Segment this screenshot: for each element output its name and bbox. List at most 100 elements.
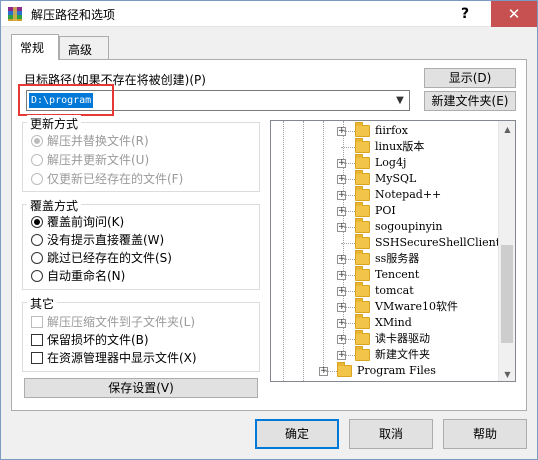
scroll-down-icon[interactable]: ▼ bbox=[499, 366, 515, 381]
tree-item-label: POI bbox=[375, 204, 396, 217]
radio-icon[interactable] bbox=[31, 154, 43, 166]
ok-button[interactable]: 确定 bbox=[255, 419, 339, 449]
tree-connector bbox=[341, 179, 355, 180]
tree-item[interactable]: SSHSecureShellClient- bbox=[337, 234, 498, 251]
radio-icon[interactable] bbox=[31, 234, 43, 246]
save-settings-button[interactable]: 保存设置(V) bbox=[24, 378, 258, 398]
tree-item[interactable]: linux版本 bbox=[337, 138, 498, 155]
tree-item[interactable]: + Log4j bbox=[337, 154, 498, 171]
tree-item-label: Log4j bbox=[375, 156, 407, 169]
tree-item-label: SSHSecureShellClient- bbox=[375, 236, 498, 249]
tree-guide-line bbox=[303, 121, 304, 381]
tree-item-program-files[interactable]: + Program Files bbox=[319, 362, 498, 379]
scroll-up-icon[interactable]: ▲ bbox=[499, 121, 515, 138]
radio-icon[interactable] bbox=[31, 252, 43, 264]
tree-item-label: 读卡器驱动 bbox=[375, 332, 430, 345]
radio-icon[interactable] bbox=[31, 173, 43, 185]
tree-item-label: tomcat bbox=[375, 284, 414, 297]
folder-icon bbox=[355, 154, 370, 169]
tree-item[interactable]: + XMind bbox=[337, 314, 498, 331]
radio-icon[interactable] bbox=[31, 135, 43, 147]
highlight-box bbox=[18, 84, 114, 116]
folder-icon bbox=[355, 218, 370, 233]
tree-connector bbox=[341, 147, 355, 148]
tree-connector bbox=[341, 291, 355, 292]
tree-item[interactable]: + POI bbox=[337, 202, 498, 219]
extract-dialog: 解压路径和选项 ? ✕ 常规 高级 目标路径(如果不存在将被创建)(P) D:\… bbox=[0, 0, 538, 460]
folder-icon bbox=[355, 122, 370, 137]
help-button[interactable]: 帮助 bbox=[443, 419, 527, 449]
tree-connector bbox=[341, 323, 355, 324]
tree-item[interactable]: + 新建文件夹 bbox=[337, 346, 498, 363]
tab-advanced[interactable]: 高级 bbox=[59, 36, 109, 60]
tree-item-label: MySQL bbox=[375, 172, 417, 185]
tree-connector bbox=[341, 163, 355, 164]
tree-item[interactable]: + MySQL bbox=[337, 170, 498, 187]
folder-icon bbox=[355, 202, 370, 217]
tree-item-label: linux版本 bbox=[375, 140, 425, 153]
checkbox-icon[interactable] bbox=[31, 352, 43, 364]
title-bar: 解压路径和选项 ? ✕ bbox=[1, 1, 537, 27]
tree-guide-line bbox=[283, 121, 284, 381]
tree-item-label: Notepad++ bbox=[375, 188, 442, 201]
scroll-thumb[interactable] bbox=[501, 245, 513, 343]
help-titlebar-button[interactable]: ? bbox=[443, 1, 487, 27]
tree-connector bbox=[341, 211, 355, 212]
tree-item[interactable]: + Tencent bbox=[337, 266, 498, 283]
tree-item-label: Tencent bbox=[375, 268, 420, 281]
tree-guide-line bbox=[323, 121, 324, 371]
overwrite-mode-title: 覆盖方式 bbox=[27, 197, 82, 214]
folder-icon bbox=[355, 250, 370, 265]
tree-item[interactable]: + Notepad++ bbox=[337, 186, 498, 203]
checkbox-icon[interactable] bbox=[31, 316, 43, 328]
folder-icon bbox=[355, 138, 370, 153]
chevron-down-icon[interactable]: ▼ bbox=[394, 94, 406, 108]
tree-item-label: 新建文件夹 bbox=[375, 348, 430, 361]
folder-icon bbox=[355, 266, 370, 281]
tree-item-label: VMware10软件 bbox=[375, 300, 458, 313]
folder-icon bbox=[355, 282, 370, 297]
folder-icon bbox=[355, 234, 370, 249]
misc-group: 其它 解压压缩文件到子文件夹(L) 保留损坏的文件(B) 在资源管理器中显示文件… bbox=[22, 295, 260, 372]
tree-item[interactable]: + fiirfox bbox=[337, 122, 498, 139]
tree-item[interactable]: + tomcat bbox=[337, 282, 498, 299]
tree-item[interactable]: + ss服务器 bbox=[337, 250, 498, 267]
update-mode-title: 更新方式 bbox=[27, 115, 82, 132]
folder-icon bbox=[355, 186, 370, 201]
folder-icon bbox=[337, 362, 352, 377]
overwrite-mode-group: 覆盖方式 覆盖前询问(K) 没有提示直接覆盖(W) 跳过已经存在的文件(S) 自… bbox=[22, 197, 260, 290]
tree-connector bbox=[341, 243, 355, 244]
tree-connector bbox=[341, 195, 355, 196]
tree-item-label: sogoupinyin bbox=[375, 220, 443, 233]
tab-general[interactable]: 常规 bbox=[11, 34, 59, 60]
radio-icon[interactable] bbox=[31, 270, 43, 282]
folder-icon bbox=[355, 170, 370, 185]
folder-icon bbox=[355, 346, 370, 361]
tree-item-label: ss服务器 bbox=[375, 252, 420, 265]
folder-icon bbox=[355, 330, 370, 345]
winrar-app-icon bbox=[8, 7, 22, 21]
tree-connector bbox=[341, 355, 355, 356]
tree-item[interactable]: + sogoupinyin bbox=[337, 218, 498, 235]
tree-item[interactable]: + 读卡器驱动 bbox=[337, 330, 498, 347]
tree-item[interactable]: + VMware10软件 bbox=[337, 298, 498, 315]
folder-tree-viewport: + fiirfox linux版本 + Log4j + MySQL + Notepad++ + PO… bbox=[271, 121, 498, 381]
misc-title: 其它 bbox=[27, 295, 58, 312]
tree-item-label: XMind bbox=[375, 316, 412, 329]
tree-connector bbox=[341, 131, 355, 132]
folder-icon bbox=[355, 298, 370, 313]
update-mode-group: 更新方式 解压并替换文件(R) 解压并更新文件(U) 仅更新已经存在的文件(F) bbox=[22, 115, 260, 192]
radio-icon[interactable] bbox=[31, 216, 43, 228]
cancel-button[interactable]: 取消 bbox=[349, 419, 433, 449]
tree-connector bbox=[323, 371, 337, 372]
folder-icon bbox=[355, 314, 370, 329]
tree-item-label: fiirfox bbox=[375, 124, 409, 137]
new-folder-button[interactable]: 新建文件夹(E) bbox=[424, 91, 516, 111]
checkbox-icon[interactable] bbox=[31, 334, 43, 346]
tree-vertical-scrollbar[interactable]: ▲ ▼ bbox=[498, 121, 515, 381]
folder-tree[interactable]: + fiirfox linux版本 + Log4j + MySQL + Notepad++ + PO… bbox=[270, 120, 516, 382]
show-button[interactable]: 显示(D) bbox=[424, 68, 516, 88]
window-title: 解压路径和选项 bbox=[31, 8, 116, 22]
close-button[interactable]: ✕ bbox=[491, 1, 537, 27]
tree-connector bbox=[341, 339, 355, 340]
